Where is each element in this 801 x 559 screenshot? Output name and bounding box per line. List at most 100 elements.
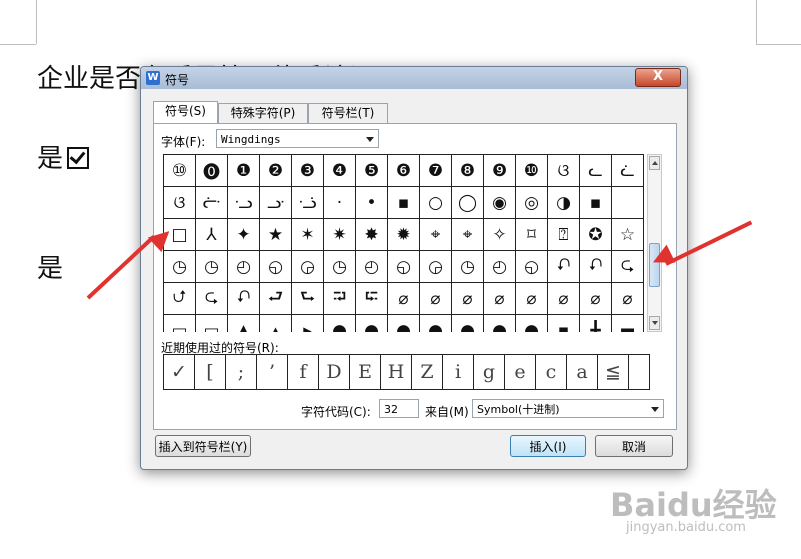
symbol-cell[interactable]: ⌀: [516, 283, 548, 315]
cancel-button[interactable]: 取消: [595, 435, 673, 457]
recent-symbol-cell[interactable]: [629, 355, 650, 390]
recent-symbol-cell[interactable]: E: [350, 355, 381, 390]
symbol-cell[interactable]: ●: [484, 315, 516, 332]
recent-symbol-cell[interactable]: e: [505, 355, 536, 390]
symbol-cell[interactable]: ᓤ: [292, 187, 324, 219]
insert-button[interactable]: 插入(I): [510, 435, 586, 457]
symbol-cell[interactable]: ᓣ: [260, 187, 292, 219]
symbol-cell[interactable]: ⌀: [420, 283, 452, 315]
symbol-cell[interactable]: ★: [260, 219, 292, 251]
symbol-cell[interactable]: ●: [516, 315, 548, 332]
symbol-cell[interactable]: ◯: [452, 187, 484, 219]
tab-symbols[interactable]: 符号(S): [153, 101, 218, 124]
recent-symbol-cell[interactable]: i: [443, 355, 474, 390]
symbol-cell[interactable]: ▪: [580, 187, 612, 219]
symbol-cell[interactable]: ⮎: [196, 283, 228, 315]
symbol-cell[interactable]: ᓚ: [580, 155, 612, 187]
symbol-cell[interactable]: ·: [324, 187, 356, 219]
symbol-cell[interactable]: ●: [420, 315, 452, 332]
symbol-cell[interactable]: ଓ: [548, 155, 580, 187]
symbol-cell[interactable]: ▴: [260, 315, 292, 332]
symbol-cell[interactable]: ●: [388, 315, 420, 332]
symbol-cell[interactable]: ●: [452, 315, 484, 332]
symbol-cell[interactable]: ▭: [196, 315, 228, 332]
symbol-cell[interactable]: ⍰: [548, 219, 580, 251]
symbol-cell[interactable]: ✹: [388, 219, 420, 251]
symbol-cell[interactable]: ⮎: [612, 251, 644, 283]
symbol-cell[interactable]: ❷: [260, 155, 292, 187]
symbol-cell[interactable]: ▬: [612, 315, 644, 332]
symbol-cell[interactable]: ◷: [196, 251, 228, 283]
document-answer-checked[interactable]: 是: [37, 138, 90, 175]
symbol-cell[interactable]: ▪: [388, 187, 420, 219]
from-select[interactable]: Symbol(十进制): [472, 399, 664, 418]
symbol-cell[interactable]: ⮒: [324, 283, 356, 315]
symbol-cell[interactable]: ᓡ: [196, 187, 228, 219]
symbol-cell[interactable]: ◷: [164, 251, 196, 283]
symbol-cell[interactable]: ⮑: [292, 283, 324, 315]
recent-symbol-cell[interactable]: ;: [226, 355, 257, 390]
symbol-cell[interactable]: ⮏: [580, 251, 612, 283]
symbol-cell[interactable]: ❶: [228, 155, 260, 187]
symbol-cell[interactable]: ⌀: [388, 283, 420, 315]
recent-symbol-cell[interactable]: [: [195, 355, 226, 390]
symbol-cell[interactable]: ❾: [484, 155, 516, 187]
symbol-cell[interactable]: ✦: [228, 219, 260, 251]
symbol-cell[interactable]: ⮓: [356, 283, 388, 315]
symbol-cell[interactable]: ⑩: [164, 155, 196, 187]
symbol-cell[interactable]: ✸: [356, 219, 388, 251]
symbol-cell[interactable]: ◉: [484, 187, 516, 219]
symbol-cell[interactable]: ✪: [580, 219, 612, 251]
symbol-cell[interactable]: ✶: [292, 219, 324, 251]
symbol-cell[interactable]: ◷: [324, 251, 356, 283]
symbol-cell[interactable]: ✷: [324, 219, 356, 251]
symbol-cell[interactable]: ○: [420, 187, 452, 219]
scroll-up-arrow-icon[interactable]: [649, 156, 660, 170]
scroll-down-arrow-icon[interactable]: [649, 316, 660, 330]
symbol-cell[interactable]: [612, 187, 644, 219]
symbol-cell[interactable]: ⅄: [196, 219, 228, 251]
symbol-cell[interactable]: •: [356, 187, 388, 219]
symbol-cell[interactable]: ⮏: [548, 251, 580, 283]
symbol-cell[interactable]: ◵: [516, 251, 548, 283]
recent-symbol-cell[interactable]: ’: [257, 355, 288, 390]
symbol-cell[interactable]: ❺: [356, 155, 388, 187]
symbol-cell[interactable]: ●: [324, 315, 356, 332]
symbol-cell[interactable]: ❻: [388, 155, 420, 187]
tab-symbol-bar[interactable]: 符号栏(T): [308, 103, 388, 123]
recent-symbol-cell[interactable]: f: [288, 355, 319, 390]
symbol-cell[interactable]: ◴: [228, 251, 260, 283]
symbol-cell[interactable]: ◑: [548, 187, 580, 219]
symbol-cell[interactable]: ▸: [292, 315, 324, 332]
symbol-cell[interactable]: ╋: [580, 315, 612, 332]
symbol-cell[interactable]: ⌀: [612, 283, 644, 315]
document-answer-plain[interactable]: 是: [37, 248, 63, 285]
recent-symbol-cell[interactable]: c: [536, 355, 567, 390]
symbol-cell[interactable]: ❸: [292, 155, 324, 187]
dialog-titlebar[interactable]: W 符号 X: [141, 67, 687, 89]
symbol-cell[interactable]: ✧: [484, 219, 516, 251]
symbol-cell[interactable]: ◴: [484, 251, 516, 283]
symbol-cell[interactable]: ▪: [548, 315, 580, 332]
recent-symbol-cell[interactable]: D: [319, 355, 350, 390]
symbol-cell[interactable]: ●: [356, 315, 388, 332]
symbol-cell[interactable]: ◶: [420, 251, 452, 283]
font-select[interactable]: Wingdings: [216, 129, 379, 148]
recent-symbol-cell[interactable]: H: [381, 355, 412, 390]
symbol-cell[interactable]: ⮍: [164, 283, 196, 315]
recent-symbol-cell[interactable]: ≦: [598, 355, 629, 390]
symbol-cell[interactable]: ▲: [228, 315, 260, 332]
symbol-cell[interactable]: ⌀: [484, 283, 516, 315]
symbol-cell[interactable]: ⌑: [516, 219, 548, 251]
symbol-cell[interactable]: ◴: [356, 251, 388, 283]
symbol-cell[interactable]: ⌀: [548, 283, 580, 315]
symbol-cell[interactable]: ◶: [292, 251, 324, 283]
symbol-cell[interactable]: ❼: [420, 155, 452, 187]
symbol-cell[interactable]: ❽: [452, 155, 484, 187]
symbol-cell[interactable]: ◎: [516, 187, 548, 219]
insert-to-symbol-bar-button[interactable]: 插入到符号栏(Y): [155, 435, 251, 457]
close-button[interactable]: X: [635, 68, 681, 87]
symbol-cell[interactable]: ⌀: [452, 283, 484, 315]
symbol-cell[interactable]: ◵: [260, 251, 292, 283]
symbol-cell[interactable]: ଓ: [164, 187, 196, 219]
